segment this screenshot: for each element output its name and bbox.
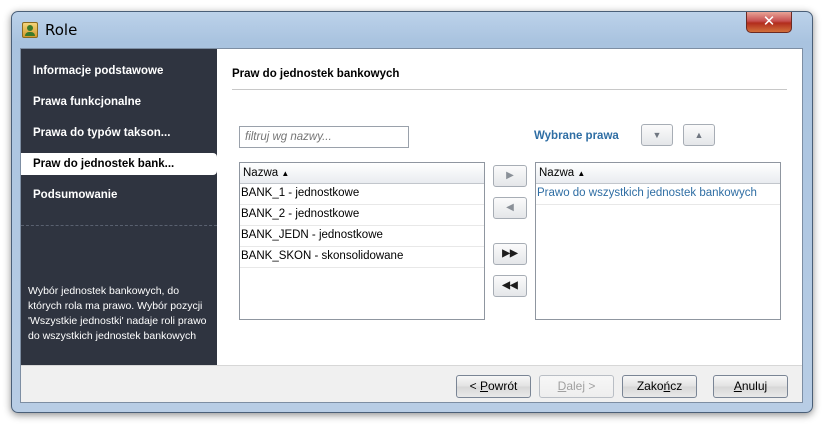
sort-asc-icon: ▲ <box>281 169 290 178</box>
sort-asc-icon: ▲ <box>577 169 586 178</box>
role-window: Role ✕ Informacje podstawowe Prawa funkc… <box>11 11 813 413</box>
back-mnemonic: P <box>479 379 488 393</box>
selected-rights-label: Wybrane prawa <box>534 130 619 142</box>
arrow-up-icon: ▲ <box>694 130 704 140</box>
title-divider <box>232 89 787 90</box>
column-label: Nazwa <box>539 167 575 179</box>
double-arrow-left-icon: ◀◀ <box>502 280 518 291</box>
sidebar-divider <box>21 225 217 226</box>
list-item[interactable]: BANK_JEDN - jednostkowe <box>240 226 484 247</box>
back-label: owrót <box>488 379 518 393</box>
next-mnemonic: D <box>557 379 567 393</box>
arrow-left-icon: ◀ <box>506 202 514 213</box>
add-all-button[interactable]: ▶▶ <box>493 243 527 265</box>
cancel-label: nuluj <box>741 379 768 393</box>
app-user-icon <box>22 22 38 38</box>
cancel-button[interactable]: Anuluj <box>713 375 788 398</box>
selected-list[interactable]: Nazwa ▲ Prawo do wszystkich jednostek ba… <box>535 162 781 320</box>
column-label: Nazwa <box>243 167 279 179</box>
cancel-mnemonic: A <box>733 379 742 393</box>
close-button[interactable]: ✕ <box>746 12 792 33</box>
add-selected-button[interactable]: ▶ <box>493 165 527 187</box>
sidebar-item-prawa-do-typow-takson[interactable]: Prawa do typów takson... <box>21 122 217 144</box>
finish-prefix: Zako <box>636 379 664 393</box>
back-prefix: < <box>469 379 480 393</box>
wizard-sidebar: Informacje podstawowe Prawa funkcjonalne… <box>21 49 217 365</box>
filter-input[interactable] <box>239 126 409 148</box>
title-bar[interactable]: Role ✕ <box>12 12 812 48</box>
page-title: Praw do jednostek bankowych <box>232 68 400 80</box>
list-item[interactable]: BANK_1 - jednostkowe <box>240 184 484 205</box>
dialog-client: Informacje podstawowe Prawa funkcjonalne… <box>20 48 803 403</box>
sidebar-item-praw-do-jednostek-bank[interactable]: Praw do jednostek bank... <box>21 153 217 175</box>
arrow-down-icon: ▼ <box>652 130 662 140</box>
window-title: Role <box>45 21 78 39</box>
move-up-button[interactable]: ▲ <box>683 124 715 146</box>
next-button[interactable]: Dalej > <box>539 375 614 398</box>
move-down-button[interactable]: ▼ <box>641 124 673 146</box>
available-column-header[interactable]: Nazwa ▲ <box>240 163 484 184</box>
finish-label: cz <box>670 379 683 393</box>
sidebar-item-podsumowanie[interactable]: Podsumowanie <box>21 184 217 206</box>
sidebar-item-informacje-podstawowe[interactable]: Informacje podstawowe <box>21 60 217 82</box>
available-list[interactable]: Nazwa ▲ BANK_1 - jednostkowe BANK_2 - je… <box>239 162 485 320</box>
list-item[interactable]: BANK_2 - jednostkowe <box>240 205 484 226</box>
sidebar-help-text: Wybór jednostek bankowych, do których ro… <box>28 285 207 342</box>
double-arrow-right-icon: ▶▶ <box>502 248 518 259</box>
sidebar-item-prawa-funkcjonalne[interactable]: Prawa funkcjonalne <box>21 91 217 113</box>
next-label: alej > <box>566 379 596 393</box>
finish-button[interactable]: Zakończ <box>622 375 697 398</box>
list-item[interactable]: BANK_SKON - skonsolidowane <box>240 247 484 268</box>
list-item[interactable]: Prawo do wszystkich jednostek bankowych <box>536 184 780 205</box>
arrow-right-icon: ▶ <box>506 170 514 181</box>
dialog-footer: < Powrót Dalej > Zakończ Anuluj <box>21 365 802 402</box>
back-button[interactable]: < Powrót <box>456 375 531 398</box>
remove-selected-button[interactable]: ◀ <box>493 197 527 219</box>
remove-all-button[interactable]: ◀◀ <box>493 275 527 297</box>
selected-column-header[interactable]: Nazwa ▲ <box>536 163 780 184</box>
